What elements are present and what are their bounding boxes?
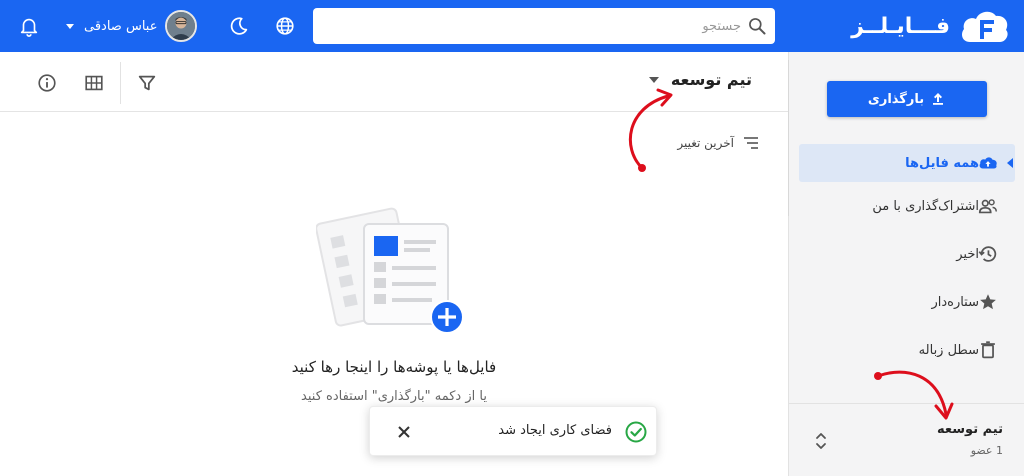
page-title: تیم توسعه <box>670 70 752 89</box>
workspace-title-dropdown[interactable]: تیم توسعه <box>648 70 752 89</box>
upload-icon <box>933 93 944 105</box>
star-icon <box>980 294 996 310</box>
upload-button-label: بارگذاری <box>867 91 925 107</box>
sidebar-item-all-files[interactable]: همه فایل‌ها <box>799 144 1015 182</box>
toast-notification: فضای کاری ایجاد شد <box>369 406 657 456</box>
toast-message: فضای کاری ایجاد شد <box>498 423 612 438</box>
search-icon[interactable] <box>747 16 767 36</box>
top-bar: فـــایـلــز عباس صادقی <box>0 0 1024 52</box>
search-input[interactable] <box>331 8 741 44</box>
workspace-switcher[interactable]: تیم توسعه 1 عضو <box>789 403 1024 476</box>
close-icon[interactable] <box>394 422 414 442</box>
user-menu[interactable]: عباس صادقی <box>64 9 198 43</box>
user-name: عباس صادقی <box>84 18 158 34</box>
annotation-arrow-title <box>628 88 673 172</box>
search-bar[interactable] <box>313 8 775 44</box>
check-circle-icon <box>625 421 647 443</box>
workspace-name: تیم توسعه <box>937 422 1003 437</box>
unfold-icon[interactable] <box>814 429 828 453</box>
sidebar-item-label: اشتراک‌گذاری با من <box>872 198 979 214</box>
sort-label: آخرین تغییر <box>677 136 734 150</box>
workspace-member-count: 1 عضو <box>970 444 1003 457</box>
info-icon[interactable] <box>36 72 58 94</box>
empty-state-illustration <box>316 207 464 334</box>
empty-state-title: فایل‌ها یا پوشه‌ها را اینجا رها کنید <box>291 358 497 376</box>
grid-view-icon[interactable] <box>83 72 105 94</box>
cloud-f-logo-icon <box>958 6 1010 46</box>
trash-icon <box>981 341 995 359</box>
moon-icon[interactable] <box>228 15 250 37</box>
sidebar-item-trash[interactable]: سطل زباله <box>799 331 1015 369</box>
sidebar: بارگذاری همه فایل‌ها اشتراک‌گذاری با من … <box>788 52 1024 476</box>
sidebar-item-label: همه فایل‌ها <box>905 155 979 171</box>
active-indicator <box>1007 158 1013 168</box>
sidebar-item-recent[interactable]: اخیر <box>799 235 1015 273</box>
empty-state-subtitle: یا از دکمه "بارگذاری" استفاده کنید <box>301 389 487 404</box>
globe-icon[interactable] <box>274 15 296 37</box>
sort-button[interactable]: آخرین تغییر <box>677 134 760 152</box>
sidebar-item-label: سطل زباله <box>918 342 979 358</box>
caret-down-icon[interactable] <box>648 76 659 83</box>
app-name: فـــایـلــز <box>851 13 950 39</box>
sort-icon <box>744 137 758 149</box>
upload-button[interactable]: بارگذاری <box>827 81 987 117</box>
scrollbar[interactable] <box>788 60 789 216</box>
sidebar-item-label: اخیر <box>956 246 979 262</box>
filter-icon[interactable] <box>136 72 158 94</box>
header-divider <box>0 111 788 112</box>
chevron-down-icon[interactable] <box>64 20 76 32</box>
sidebar-item-label: ستاره‌دار <box>931 294 979 310</box>
app-logo[interactable]: فـــایـلــز <box>851 6 1010 46</box>
cloud-upload-icon <box>979 157 997 169</box>
bell-icon[interactable] <box>18 15 40 37</box>
toolbar-divider <box>120 62 121 104</box>
sidebar-item-shared-with-me[interactable]: اشتراک‌گذاری با من <box>799 187 1015 225</box>
history-icon <box>978 246 997 262</box>
people-icon <box>978 199 997 214</box>
avatar[interactable] <box>165 10 198 42</box>
sidebar-item-starred[interactable]: ستاره‌دار <box>799 283 1015 321</box>
